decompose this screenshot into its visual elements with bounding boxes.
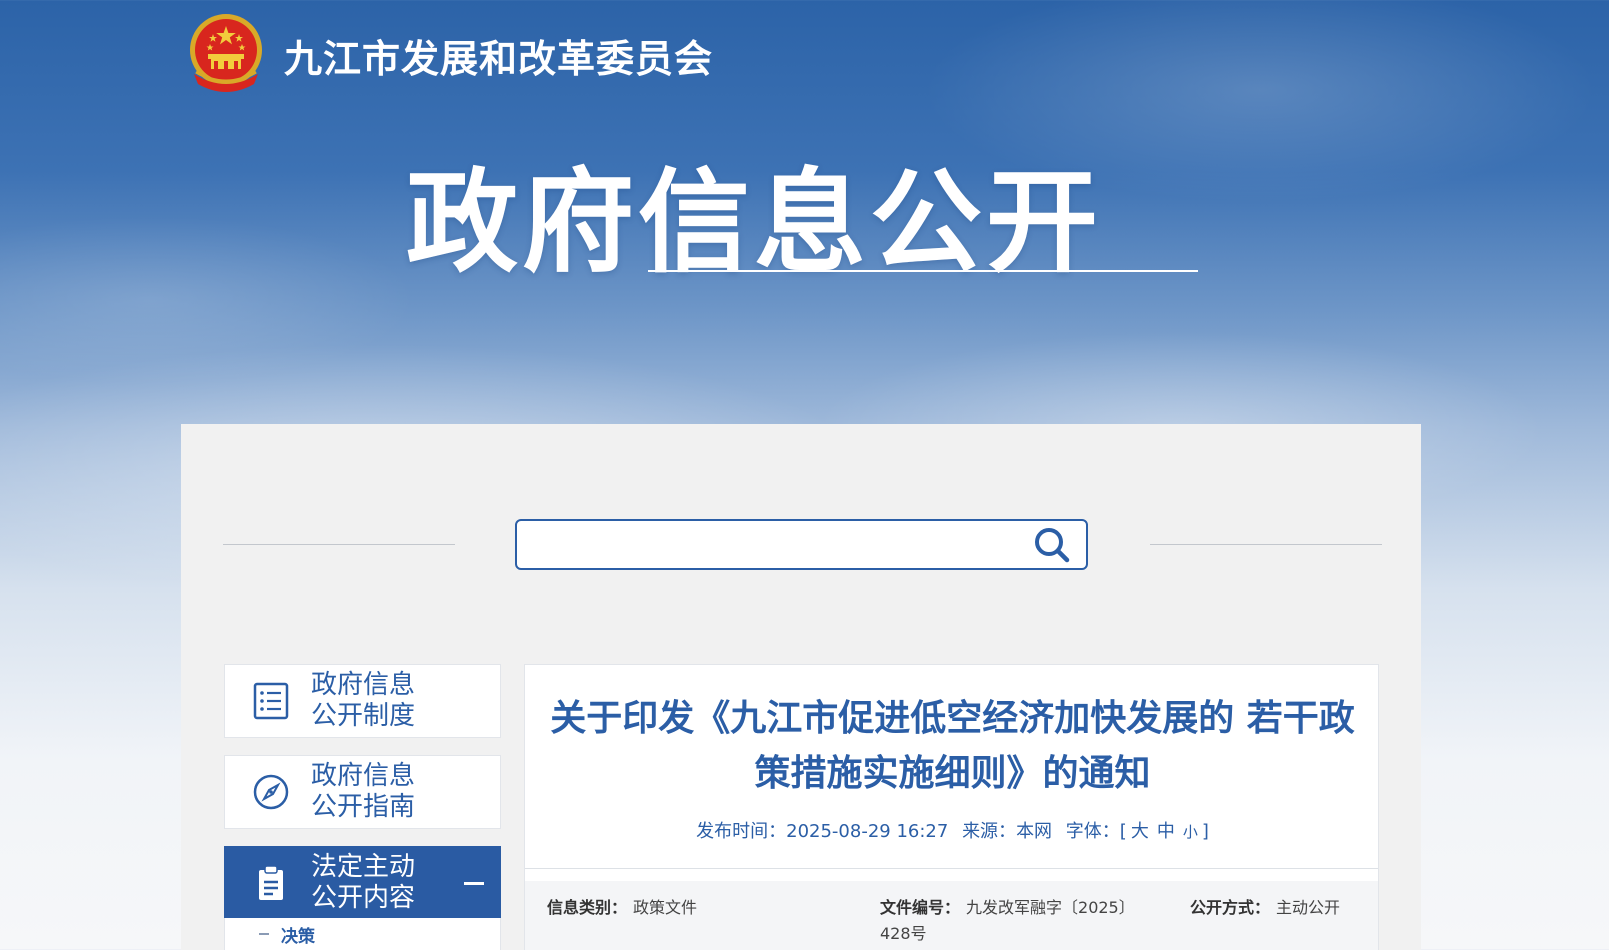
org-name: 九江市发展和改革委员会 [284,37,714,81]
search-icon [1035,528,1070,563]
info-mode-value: 主动公开 [1276,898,1341,917]
font-size-small[interactable]: 小 [1183,823,1198,841]
search-button[interactable] [1030,525,1074,565]
list-icon [253,682,289,720]
banner-underline [648,270,1198,272]
info-doc-no-label: 文件编号： [880,898,961,917]
search-rule-left [223,544,455,545]
source-label: 来源： [962,821,1017,842]
article-meta: 发布时间：2025-08-29 16:27 来源：本网 字体：[大中小] [525,817,1380,843]
article-card: 关于印发《九江市促进低空经济加快发展的 若干政策措施实施细则》的通知 发布时间：… [524,664,1379,950]
compass-icon [253,774,289,810]
sidebar-subitem-label: 决策 [281,927,315,947]
dash-icon [259,933,269,935]
font-bracket-close: ] [1201,821,1209,842]
collapse-icon[interactable] [464,882,484,885]
font-size-label: 字体： [1065,821,1120,842]
font-bracket-open: [ [1119,821,1127,842]
sidebar-item-label: 政府信息公开制度 [311,670,416,731]
source-value: 本网 [1016,821,1053,842]
search-box [515,519,1088,570]
info-category-label: 信息类别： [547,898,628,917]
publish-time: 2025-08-29 16:27 [786,821,949,842]
publish-label: 发布时间： [696,821,787,842]
sidebar-subitem-decision[interactable]: 决策 [224,918,501,950]
article-divider [525,868,1378,869]
sidebar-item-disclosure-system[interactable]: 政府信息公开制度 [224,664,501,738]
search-rule-right [1150,544,1382,545]
article-title: 关于印发《九江市促进低空经济加快发展的 若干政策措施实施细则》的通知 [550,698,1355,794]
info-mode-label: 公开方式： [1190,898,1271,917]
sidebar-item-label: 政府信息公开指南 [311,761,416,822]
info-doc-no: 文件编号： 九发改军融字〔2025〕428号 [880,895,1165,947]
info-category: 信息类别： 政策文件 [547,895,847,921]
font-size-medium[interactable]: 中 [1157,821,1175,842]
sidebar-item-label: 法定主动公开内容 [311,852,416,913]
info-category-value: 政策文件 [633,898,698,917]
national-emblem-icon [190,14,262,92]
sidebar-item-mandatory-disclosure[interactable]: 法定主动公开内容 [224,846,501,920]
font-size-large[interactable]: 大 [1131,821,1149,842]
info-strip: 信息类别： 政策文件 文件编号： 九发改军融字〔2025〕428号 公开方式： 主动公… [525,881,1378,950]
clipboard-icon [259,865,283,900]
search-input[interactable] [531,530,1001,560]
info-mode: 公开方式： 主动公开 [1190,895,1370,921]
sidebar-item-disclosure-guide[interactable]: 政府信息公开指南 [224,755,501,829]
